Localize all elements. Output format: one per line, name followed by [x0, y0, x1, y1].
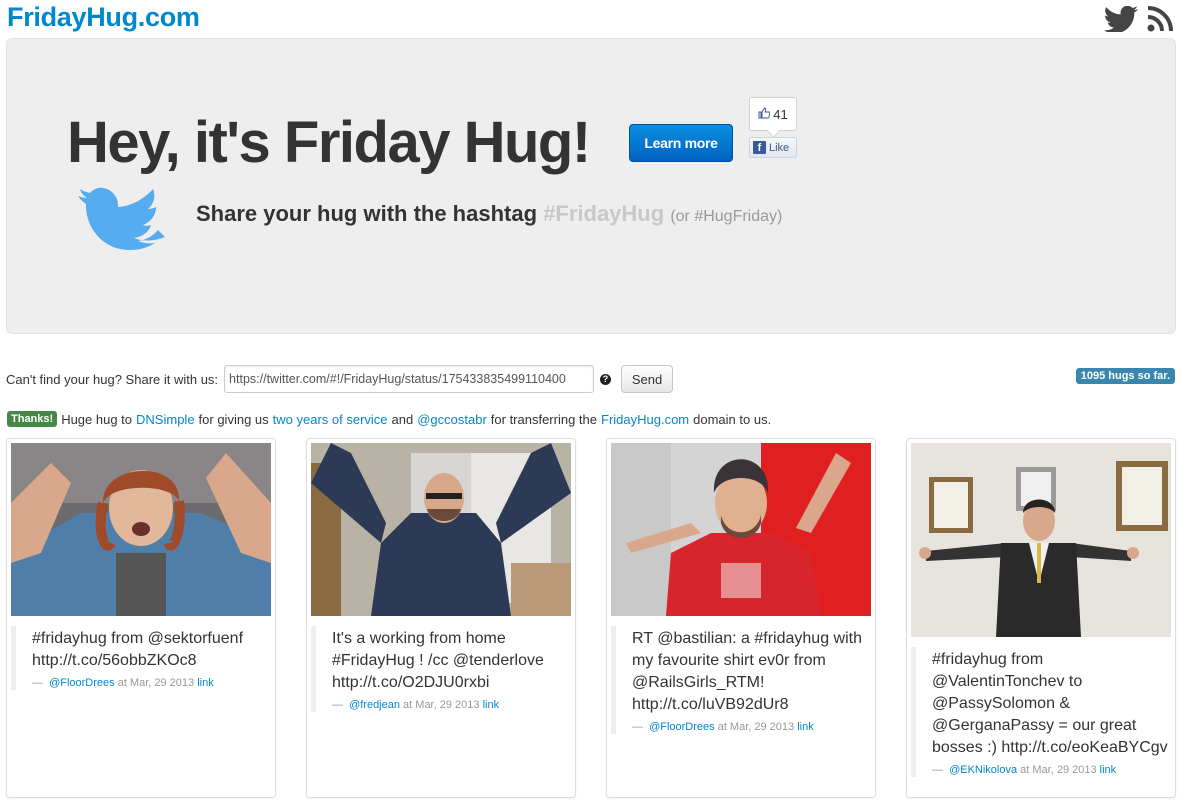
thanks-text-4: for transferring the [490, 411, 597, 427]
like-label: Like [769, 141, 790, 154]
meta-dash: — [32, 677, 43, 689]
service-link[interactable]: two years of service [273, 412, 388, 427]
thanks-text-3: and [391, 411, 414, 427]
hug-photo[interactable] [311, 443, 571, 616]
thanks-message: Thanks! Huge hug to DNSimple for giving … [7, 411, 771, 427]
user-link[interactable]: @gccostabr [417, 412, 487, 427]
tweet-text: RT @bastilian: a #fridayhug with my favo… [632, 630, 862, 713]
tweet-url-input[interactable] [224, 365, 595, 393]
tweet-meta: — @fredjean at Mar, 29 2013 link [332, 698, 569, 712]
tweet-author-link[interactable]: @fredjean [349, 699, 400, 711]
meta-dash: — [632, 721, 643, 733]
tweet-quote: RT @bastilian: a #fridayhug with my favo… [611, 626, 869, 734]
tweet-date: at Mar, 29 2013 [1020, 764, 1097, 776]
hug-card: #fridayhug from @ValentinTonchev to @Pas… [906, 438, 1176, 798]
thanks-text-2: for giving us [198, 411, 269, 427]
thanks-text-1: Huge hug to [61, 411, 133, 427]
tweet-author-link[interactable]: @FloorDrees [49, 677, 115, 689]
share-text: Share your hug with the hashtag [196, 201, 544, 226]
alt-hashtag: (or #HugFriday) [670, 208, 783, 225]
rss-icon[interactable] [1147, 6, 1173, 32]
meta-dash: — [932, 764, 943, 776]
dnsimple-link[interactable]: DNSimple [136, 412, 195, 427]
meta-dash: — [332, 699, 343, 711]
tweet-link[interactable]: link [797, 721, 814, 733]
learn-more-button[interactable]: Learn more [629, 124, 733, 162]
tweet-author-link[interactable]: @EKNikolova [949, 764, 1017, 776]
like-count-bubble: 41 [749, 97, 797, 131]
tweet-link[interactable]: link [1100, 764, 1117, 776]
facebook-icon: f [753, 141, 766, 154]
tweet-quote: It's a working from home #FridayHug ! /c… [311, 626, 569, 712]
submit-label: Can't find your hug? Share it with us: [6, 371, 219, 387]
thanks-badge: Thanks! [7, 411, 58, 427]
tweet-date: at Mar, 29 2013 [717, 721, 795, 733]
hero-title: Hey, it's Friday Hug! [67, 110, 591, 175]
hug-card: It's a working from home #FridayHug ! /c… [306, 438, 576, 798]
tweet-meta: — @EKNikolova at Mar, 29 2013 link [932, 763, 1169, 777]
thumbs-up-icon [758, 106, 771, 122]
tweet-text: #fridayhug from @sektorfuenf http://t.co… [32, 630, 244, 669]
tweet-link[interactable]: link [197, 677, 214, 689]
tweet-link[interactable]: link [483, 699, 500, 711]
tweet-date: at Mar, 29 2013 [117, 677, 195, 689]
tweet-author-link[interactable]: @FloorDrees [649, 721, 715, 733]
site-logo[interactable]: FridayHug.com [7, 2, 200, 33]
tweet-quote: #fridayhug from @ValentinTonchev to @Pas… [911, 647, 1169, 777]
send-button[interactable]: Send [621, 365, 674, 393]
tweet-meta: — @FloorDrees at Mar, 29 2013 link [32, 676, 269, 690]
hug-photo[interactable] [611, 443, 871, 616]
share-instruction: Share your hug with the hashtag #FridayH… [196, 201, 782, 227]
facebook-like-widget: 41 f Like [749, 97, 797, 158]
tweet-text: It's a working from home #FridayHug ! /c… [332, 630, 544, 691]
hug-card: RT @bastilian: a #fridayhug with my favo… [606, 438, 876, 798]
facebook-like-button[interactable]: f Like [749, 137, 797, 158]
tweet-date: at Mar, 29 2013 [403, 699, 480, 711]
thanks-text-5: domain to us. [693, 411, 772, 427]
submit-hug-form: Can't find your hug? Share it with us: ?… [6, 365, 674, 393]
twitter-bird-icon [71, 183, 183, 268]
twitter-icon[interactable] [1103, 6, 1139, 32]
help-icon[interactable]: ? [600, 373, 612, 385]
hug-count-badge: 1095 hugs so far. [1075, 368, 1175, 384]
hero-banner: Hey, it's Friday Hug! Learn more 41 f Li… [6, 38, 1176, 334]
like-count: 41 [773, 106, 788, 122]
hug-photo[interactable] [911, 443, 1171, 637]
hug-photo[interactable] [11, 443, 271, 616]
hashtag: #FridayHug [543, 201, 665, 226]
hug-card: #fridayhug from @sektorfuenf http://t.co… [6, 438, 276, 798]
tweet-meta: — @FloorDrees at Mar, 29 2013 link [632, 720, 869, 734]
domain-link[interactable]: FridayHug.com [601, 412, 689, 427]
header-icons [1103, 6, 1173, 32]
tweet-text: #fridayhug from @ValentinTonchev to @Pas… [932, 651, 1168, 756]
tweet-quote: #fridayhug from @sektorfuenf http://t.co… [11, 626, 269, 690]
